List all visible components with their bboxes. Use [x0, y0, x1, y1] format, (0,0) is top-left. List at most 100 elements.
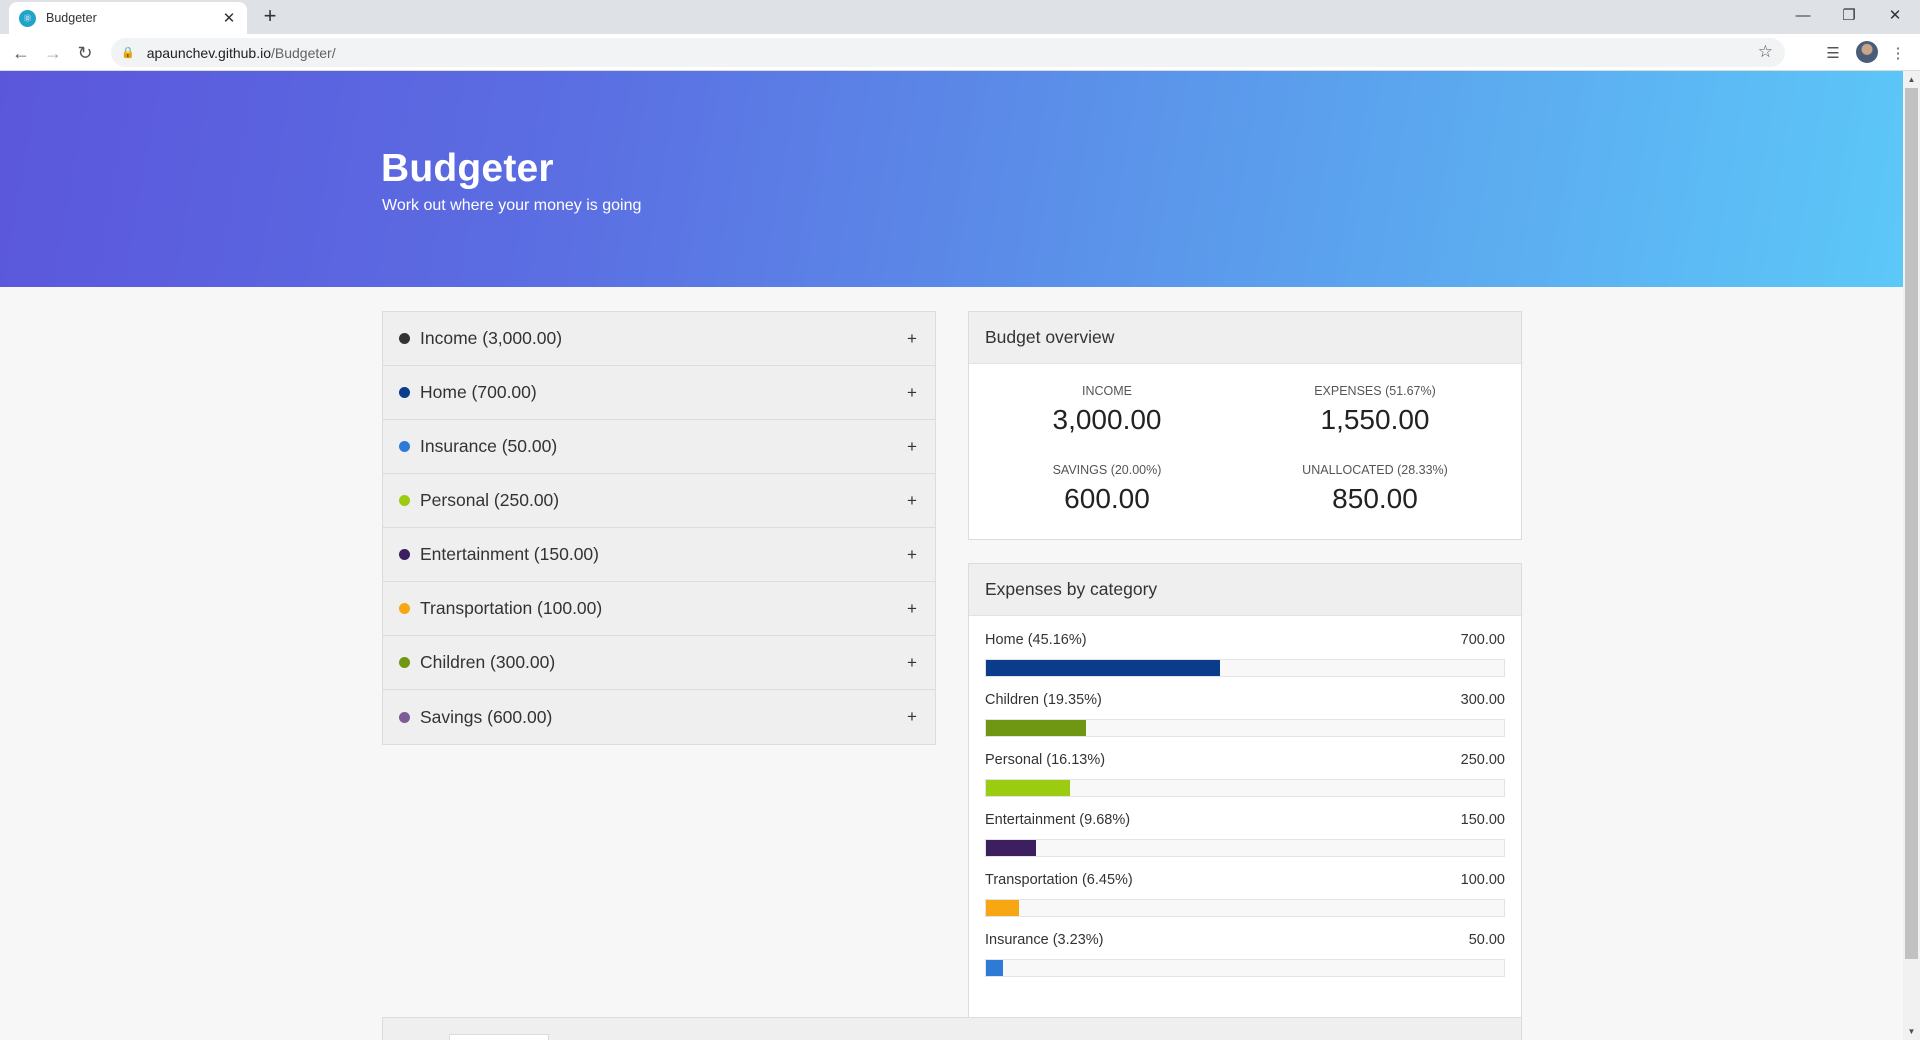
address-bar[interactable]: 🔒 apaunchev.github.io /Budgeter/ ☆ [111, 38, 1785, 67]
expand-plus-icon[interactable]: + [905, 491, 919, 511]
expenses-panel-title: Expenses by category [969, 564, 1521, 616]
menu-kebab-icon[interactable]: ⋮ [1887, 42, 1909, 64]
expense-bar-list: Home (45.16%) 700.00 Children (19.35%) 300… [969, 616, 1521, 992]
back-arrow-icon[interactable]: ← [7, 39, 35, 67]
forward-arrow-icon[interactable]: → [39, 39, 67, 67]
stat-income: INCOME 3,000.00 [973, 384, 1241, 436]
scroll-down-arrow-icon[interactable]: ▼ [1903, 1023, 1920, 1040]
expense-amount: 300.00 [1460, 692, 1505, 708]
bookmark-star-icon[interactable]: ☆ [1758, 42, 1773, 62]
url-path: /Budgeter/ [271, 44, 336, 61]
restore-icon[interactable]: ❐ [1826, 0, 1872, 30]
window-close-icon[interactable]: ✕ [1872, 0, 1918, 30]
expense-bar-track [985, 899, 1505, 917]
new-tab-button[interactable]: + [258, 5, 282, 29]
category-color-dot [399, 333, 410, 344]
expense-bar-track [985, 779, 1505, 797]
page-subtitle: Work out where your money is going [382, 197, 642, 214]
stat-label: INCOME [1082, 384, 1132, 398]
expand-plus-icon[interactable]: + [905, 653, 919, 673]
category-row-personal[interactable]: Personal (250.00) + [383, 474, 935, 528]
expense-bar-track [985, 659, 1505, 677]
category-label: Children (300.00) [420, 652, 556, 672]
expense-bar-fill [986, 900, 1020, 916]
category-row-savings[interactable]: Savings (600.00) + [383, 690, 935, 744]
react-logo-icon: ⚛ [19, 9, 36, 27]
browser-tabstrip: ⚛ Budgeter ✕ + — ❐ ✕ [0, 0, 1920, 34]
category-label: Insurance (50.00) [420, 436, 558, 456]
category-color-dot [399, 549, 410, 560]
expand-plus-icon[interactable]: + [905, 329, 919, 349]
category-row-transportation[interactable]: Transportation (100.00) + [383, 582, 935, 636]
stat-savings: SAVINGS (20.00%) 600.00 [973, 463, 1241, 515]
reload-icon[interactable]: ↻ [71, 39, 99, 67]
lock-icon: 🔒 [121, 47, 135, 59]
expand-plus-icon[interactable]: + [905, 599, 919, 619]
page-scrollbar[interactable]: ▲ ▼ [1903, 71, 1920, 1040]
expense-bar-fill [986, 780, 1070, 796]
expense-bar-fill [986, 840, 1037, 856]
bottom-section-card [382, 1017, 1522, 1040]
category-row-home[interactable]: Home (700.00) + [383, 366, 935, 420]
category-label: Transportation (100.00) [420, 598, 603, 618]
expense-item: Insurance (3.23%) 50.00 [985, 932, 1505, 992]
category-label: Savings (600.00) [420, 706, 553, 727]
browser-toolbar: ← → ↻ 🔒 apaunchev.github.io /Budgeter/ ☆… [0, 34, 1920, 71]
expand-plus-icon[interactable]: + [905, 383, 919, 403]
expense-label: Children (19.35%) [985, 692, 1102, 708]
stat-label: SAVINGS (20.00%) [1052, 463, 1162, 477]
category-color-dot [399, 387, 410, 398]
expense-label: Home (45.16%) [985, 632, 1087, 648]
expense-item: Home (45.16%) 700.00 [985, 632, 1505, 692]
expense-bar-fill [986, 960, 1003, 976]
expense-amount: 250.00 [1460, 752, 1505, 768]
overview-stats: INCOME 3,000.00 EXPENSES (51.67%) 1,550.… [969, 364, 1521, 540]
category-color-dot [399, 603, 410, 614]
bottom-section-tab[interactable] [449, 1034, 549, 1040]
category-color-dot [399, 657, 410, 668]
expense-label: Entertainment (9.68%) [985, 812, 1131, 828]
category-label: Entertainment (150.00) [420, 544, 599, 564]
stat-value: 1,550.00 [1320, 404, 1430, 435]
stat-unallocated: UNALLOCATED (28.33%) 850.00 [1241, 463, 1509, 515]
expense-label: Transportation (6.45%) [985, 872, 1133, 888]
expense-item: Entertainment (9.68%) 150.00 [985, 812, 1505, 872]
category-row-children[interactable]: Children (300.00) + [383, 636, 935, 690]
expenses-by-category-panel: Expenses by category Home (45.16%) 700.00… [968, 563, 1522, 1040]
expand-plus-icon[interactable]: + [905, 545, 919, 565]
expense-bar-fill [986, 660, 1220, 676]
stat-label: EXPENSES (51.67%) [1314, 384, 1436, 398]
tab-title: Budgeter [46, 11, 97, 25]
expand-plus-icon[interactable]: + [905, 437, 919, 457]
profile-avatar[interactable] [1856, 41, 1878, 63]
expense-item: Transportation (6.45%) 100.00 [985, 872, 1505, 932]
tab-close-icon[interactable]: ✕ [221, 9, 237, 27]
expense-item: Personal (16.13%) 250.00 [985, 752, 1505, 812]
expense-amount: 50.00 [1468, 932, 1505, 948]
category-label: Personal (250.00) [420, 490, 560, 510]
scroll-up-arrow-icon[interactable]: ▲ [1903, 71, 1920, 88]
browser-tab[interactable]: ⚛ Budgeter ✕ [9, 2, 247, 34]
category-list: Income (3,000.00) + Home (700.00) + Insu… [382, 311, 936, 745]
media-control-icon[interactable]: ☰ [1822, 42, 1844, 64]
expense-amount: 100.00 [1460, 872, 1505, 888]
expand-plus-icon[interactable]: + [905, 707, 919, 727]
category-label: Income (3,000.00) [420, 328, 563, 348]
category-row-insurance[interactable]: Insurance (50.00) + [383, 420, 935, 474]
category-row-income[interactable]: Income (3,000.00) + [383, 312, 935, 366]
url-host: apaunchev.github.io [146, 44, 271, 61]
expense-bar-track [985, 839, 1505, 857]
expense-label: Insurance (3.23%) [985, 932, 1104, 948]
expense-bar-fill [986, 720, 1087, 736]
page-viewport: Budgeter Work out where your money is go… [0, 71, 1903, 1040]
expense-item: Children (19.35%) 300.00 [985, 692, 1505, 752]
page-title: Budgeter [381, 147, 554, 190]
expense-label: Personal (16.13%) [985, 752, 1106, 768]
minimize-icon[interactable]: — [1780, 0, 1826, 30]
scrollbar-thumb[interactable] [1905, 88, 1918, 959]
category-row-entertainment[interactable]: Entertainment (150.00) + [383, 528, 935, 582]
hero-banner: Budgeter Work out where your money is go… [0, 71, 1903, 287]
budget-overview-panel: Budget overview INCOME 3,000.00 EXPENSES… [968, 311, 1522, 540]
stat-expenses: EXPENSES (51.67%) 1,550.00 [1241, 384, 1509, 436]
stat-value: 850.00 [1332, 483, 1418, 514]
